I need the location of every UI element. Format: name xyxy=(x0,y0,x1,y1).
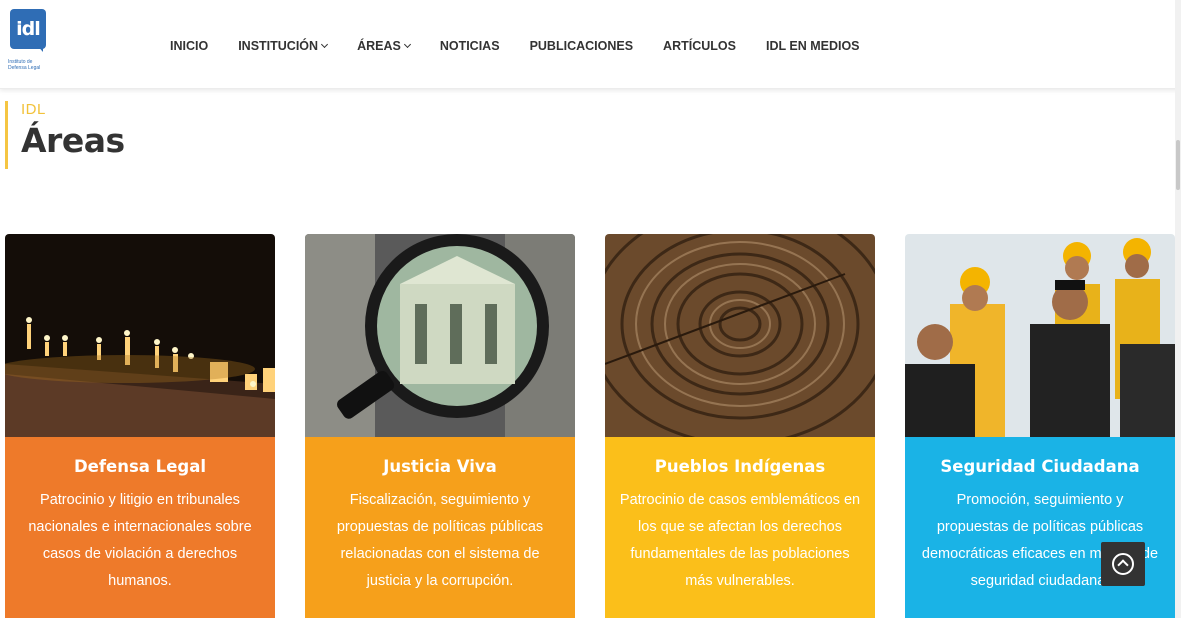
page-heading: IDL Áreas xyxy=(5,101,125,169)
nav-idl-en-medios[interactable]: IDL EN MEDIOS xyxy=(766,39,860,53)
card-title[interactable]: Pueblos Indígenas xyxy=(619,457,861,476)
logo-caption: Instituto de Defensa Legal xyxy=(8,59,41,71)
page-title: Áreas xyxy=(21,121,125,160)
nav-institucion[interactable]: INSTITUCIÓN xyxy=(238,39,329,53)
scrollbar-thumb[interactable] xyxy=(1176,140,1180,190)
main-nav: INICIO INSTITUCIÓN ÁREAS NOTICIAS PUBLIC… xyxy=(170,37,890,55)
chevron-down-icon xyxy=(321,40,329,49)
card-title[interactable]: Seguridad Ciudadana xyxy=(919,457,1161,476)
card-description: Patrocinio de casos emblemáticos en los … xyxy=(619,492,861,589)
card-body: Seguridad Ciudadana Promoción, seguimien… xyxy=(905,437,1175,618)
nav-institucion-label: INSTITUCIÓN xyxy=(238,39,319,53)
nav-idl-en-medios-label: IDL EN MEDIOS xyxy=(765,39,860,53)
page-scrollbar[interactable] xyxy=(1175,0,1181,618)
nav-publicaciones[interactable]: PUBLICACIONES xyxy=(530,39,633,53)
card-title[interactable]: Defensa Legal xyxy=(19,457,261,476)
nav-noticias-label: NOTICIAS xyxy=(439,39,500,53)
courthouse-magnifier-photo xyxy=(305,234,575,437)
chevron-down-icon xyxy=(403,40,411,49)
nav-articulos[interactable]: ARTÍCULOS xyxy=(663,39,736,53)
page-kicker: IDL xyxy=(21,101,46,118)
site-header: idl Instituto de Defensa Legal INICIO IN… xyxy=(0,0,1181,89)
logo-bubble-tail xyxy=(35,43,43,52)
nav-noticias[interactable]: NOTICIAS xyxy=(440,39,500,53)
candles-photo xyxy=(5,234,275,437)
nav-inicio-label: INICIO xyxy=(170,39,209,53)
card-body: Pueblos Indígenas Patrocinio de casos em… xyxy=(605,437,875,618)
card-description: Patrocinio y litigio en tribunales nacio… xyxy=(28,492,252,589)
idl-logo[interactable]: idl Instituto de Defensa Legal xyxy=(8,9,50,77)
nav-publicaciones-label: PUBLICACIONES xyxy=(529,39,634,53)
card-body: Defensa Legal Patrocinio y litigio en tr… xyxy=(5,437,275,618)
nav-areas[interactable]: ÁREAS xyxy=(357,39,411,53)
area-card-justicia-viva[interactable]: Justicia Viva Fiscalización, seguimiento… xyxy=(305,234,575,618)
nav-articulos-label: ARTÍCULOS xyxy=(663,39,736,53)
card-description: Fiscalización, seguimiento y propuestas … xyxy=(336,492,544,589)
security-patrol-photo xyxy=(905,234,1175,437)
card-title[interactable]: Justicia Viva xyxy=(319,457,561,476)
nav-areas-label: ÁREAS xyxy=(357,39,401,53)
back-to-top-button[interactable] xyxy=(1101,542,1145,586)
card-body: Justicia Viva Fiscalización, seguimiento… xyxy=(305,437,575,618)
tree-rings-photo xyxy=(605,234,875,437)
area-card-defensa-legal[interactable]: Defensa Legal Patrocinio y litigio en tr… xyxy=(5,234,275,618)
nav-inicio[interactable]: INICIO xyxy=(170,39,208,53)
area-card-pueblos-indigenas[interactable]: Pueblos Indígenas Patrocinio de casos em… xyxy=(605,234,875,618)
